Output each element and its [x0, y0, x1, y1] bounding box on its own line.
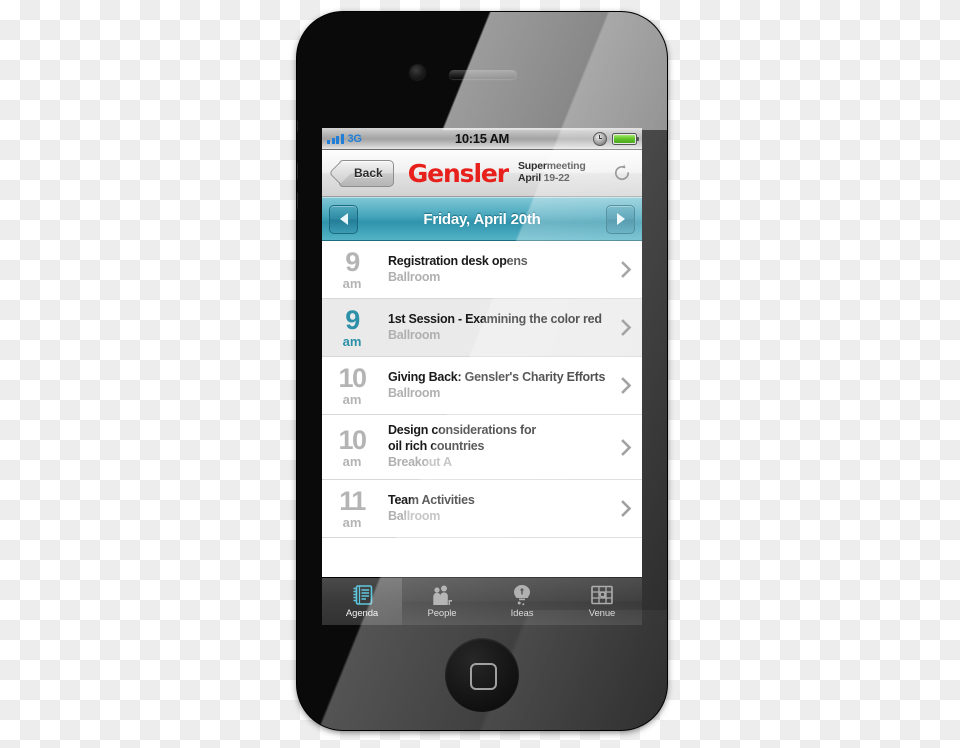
meeting-info: Supermeeting April 19-22: [518, 160, 586, 185]
chevron-right-icon: [616, 213, 625, 225]
chevron-left-icon: [339, 213, 348, 225]
agenda-row-hour: 11: [339, 486, 366, 516]
gensler-logo: Gensler: [407, 158, 509, 188]
next-day-button[interactable]: [606, 204, 635, 234]
agenda-row-text: Design considerations for oil rich countr…: [372, 423, 618, 471]
agenda-row-time: 10 am: [332, 424, 372, 469]
tab-people[interactable]: People: [402, 578, 482, 625]
tab-label: Ideas: [510, 608, 534, 619]
front-camera: [410, 65, 425, 80]
previous-day-button[interactable]: [329, 204, 358, 234]
agenda-row-meridiem: am: [342, 392, 362, 407]
agenda-row-location: Ballroom: [388, 509, 441, 523]
tab-label: Agenda: [345, 608, 379, 619]
agenda-row-title: Giving Back: Gensler's Charity Efforts: [388, 369, 606, 384]
chevron-right-icon: [618, 319, 634, 336]
chevron-right-icon: [618, 438, 634, 456]
agenda-row-hour: 10: [338, 424, 367, 455]
agenda-row-hour: 10: [338, 363, 367, 393]
volume-down-button[interactable]: [297, 192, 298, 210]
clock-icon: [593, 131, 607, 146]
home-button[interactable]: [445, 638, 519, 712]
agenda-row-hour: 9: [345, 305, 360, 335]
date-navigation-bar: Friday, April 20th: [322, 197, 642, 241]
agenda-row-title: Registration desk opens: [388, 253, 528, 268]
lightbulb-icon: [512, 584, 532, 606]
navigation-bar: Back Gensler Supermeeting April 19-22: [322, 150, 642, 197]
tab-bar: Agenda People Ideas Venue: [322, 577, 642, 625]
agenda-row-meridiem: am: [342, 334, 362, 349]
home-button-glyph: [470, 663, 497, 690]
meeting-dates: April 19-22: [518, 172, 570, 184]
ring-silent-switch[interactable]: [297, 120, 298, 132]
tab-label: Venue: [588, 608, 616, 619]
phone-screen: 3G 10:15 AM Back Gensler Supermeeting Ap…: [322, 128, 642, 625]
notebook-icon: [352, 584, 373, 606]
agenda-list[interactable]: 9 am Registration desk opens Ballroom 9 am 1st…: [322, 241, 642, 548]
agenda-row-time: 11 am: [332, 486, 372, 530]
agenda-row-location: Ballroom: [388, 270, 441, 284]
tab-ideas[interactable]: Ideas: [482, 578, 562, 625]
agenda-row-location: Breakout A: [388, 455, 452, 470]
chevron-right-icon: [618, 377, 634, 394]
agenda-row-text: Team Activities Ballroom: [372, 493, 618, 525]
agenda-row-hour: 9: [345, 247, 360, 277]
agenda-row-text: Registration desk opens Ballroom: [372, 254, 618, 286]
agenda-row-meridiem: am: [342, 453, 362, 469]
iphone-device: 3G 10:15 AM Back Gensler Supermeeting Ap…: [297, 12, 667, 730]
agenda-row-meridiem: am: [342, 276, 362, 291]
agenda-row-meridiem: am: [342, 515, 362, 530]
agenda-row[interactable]: 9 am 1st Session - Examining the color red…: [322, 299, 642, 357]
agenda-row-title: Team Activities: [388, 492, 475, 507]
back-button[interactable]: Back: [339, 159, 394, 187]
agenda-row-text: 1st Session - Examining the color red Bal…: [372, 312, 618, 344]
tab-label: People: [427, 608, 457, 619]
agenda-row-time: 10 am: [332, 363, 372, 407]
agenda-row[interactable]: 9 am Registration desk opens Ballroom: [322, 241, 642, 299]
people-icon: [430, 584, 454, 606]
agenda-row-title: Design considerations for: [388, 423, 536, 438]
current-date-label: Friday, April 20th: [423, 210, 541, 228]
agenda-row-time: 9 am: [332, 247, 372, 291]
back-button-label: Back: [354, 166, 383, 180]
chevron-right-icon: [618, 500, 634, 517]
agenda-row[interactable]: 11 am Team Activities Ballroom: [322, 480, 642, 538]
agenda-row-location: Ballroom: [388, 386, 441, 400]
agenda-row[interactable]: 10 am Giving Back: Gensler's Charity Effor…: [322, 357, 642, 415]
tab-venue[interactable]: Venue: [562, 578, 642, 625]
chevron-right-icon: [618, 261, 634, 278]
agenda-row-time: 9 am: [332, 305, 372, 349]
agenda-row[interactable]: 10 am Design considerations for oil rich co…: [322, 415, 642, 480]
agenda-row-text: Giving Back: Gensler's Charity Efforts Ba…: [372, 370, 618, 402]
refresh-icon[interactable]: [611, 162, 633, 184]
tab-agenda[interactable]: Agenda: [322, 578, 402, 625]
status-bar-right: [593, 131, 639, 146]
volume-up-button[interactable]: [297, 162, 298, 180]
earpiece-speaker: [449, 70, 517, 79]
agenda-row-title: oil rich countries: [388, 438, 485, 453]
map-icon: [590, 584, 614, 606]
status-bar: 3G 10:15 AM: [322, 128, 642, 150]
agenda-row-location: Ballroom: [388, 328, 441, 342]
battery-icon: [612, 132, 639, 145]
agenda-row-title: 1st Session - Examining the color red: [388, 311, 602, 326]
